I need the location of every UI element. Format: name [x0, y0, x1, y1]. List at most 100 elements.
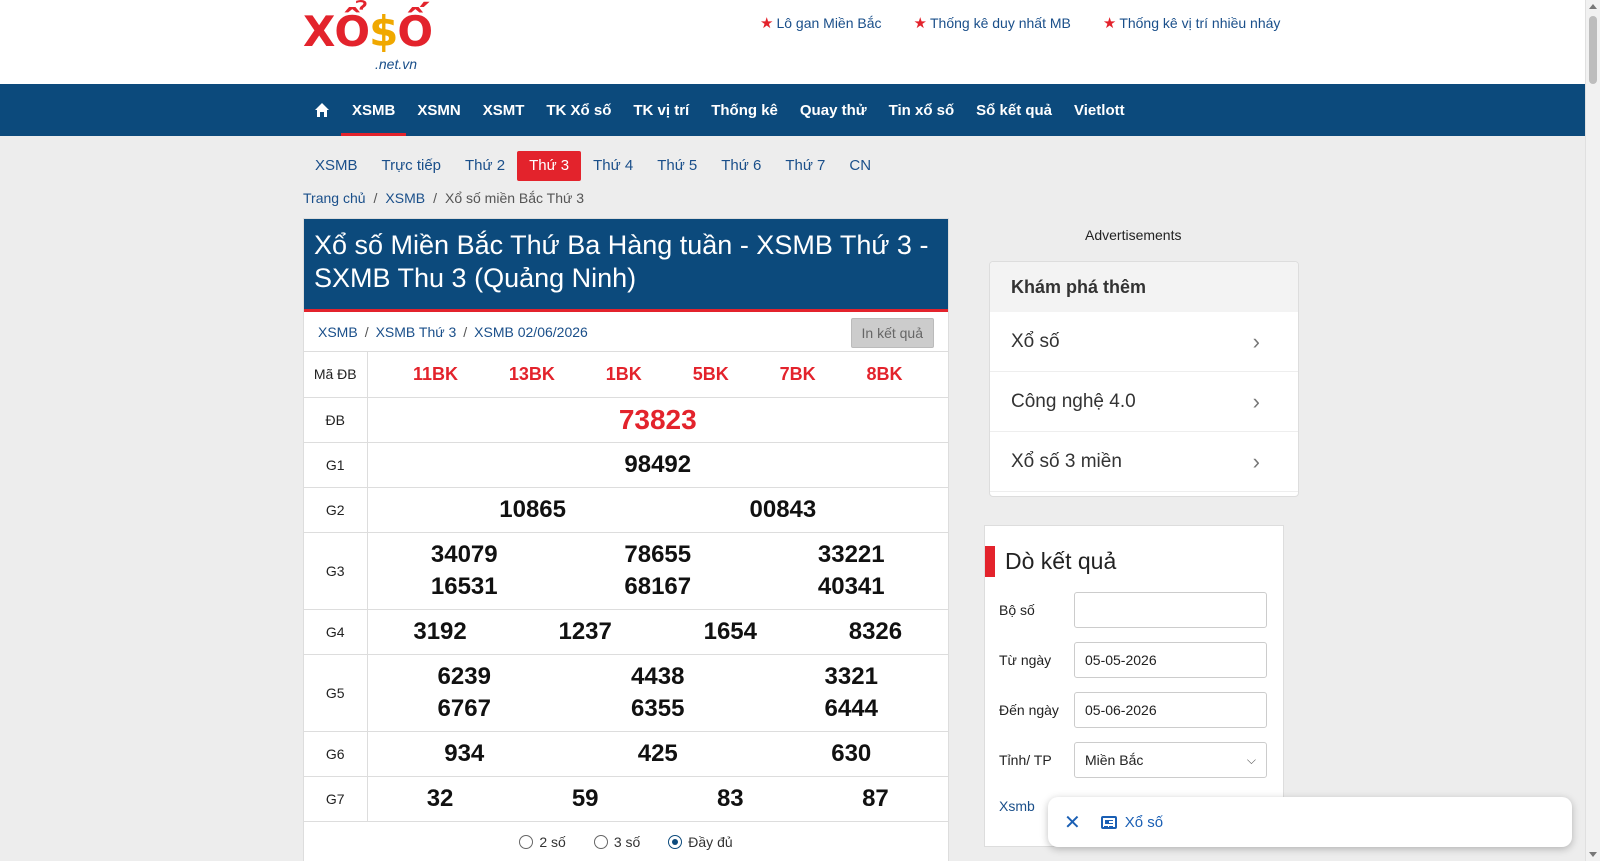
- float-item-label: Xổ số: [1124, 813, 1164, 831]
- chevron-right-icon: ›: [1252, 388, 1260, 414]
- prize-number: 3192: [413, 617, 467, 645]
- prize-number: 34079: [430, 540, 498, 568]
- xsmb-link[interactable]: Xsmb: [999, 798, 1035, 814]
- sublink-xsmb[interactable]: XSMB: [318, 324, 358, 340]
- prize-number: 00843: [749, 495, 817, 523]
- explore-label: Công nghệ 4.0: [1011, 390, 1136, 412]
- radio-icon: [593, 834, 608, 849]
- tab-truc-tiep[interactable]: Trực tiếp: [370, 151, 454, 181]
- row-label: G3: [304, 532, 368, 610]
- tab-cn[interactable]: CN: [837, 151, 883, 181]
- row-g2: G2 10865 00843: [304, 487, 948, 533]
- nav-tk-vi-tri[interactable]: TK vị trí: [622, 84, 700, 136]
- tab-thu-5[interactable]: Thứ 5: [645, 151, 709, 181]
- prize-number: 40341: [817, 572, 885, 600]
- prize-number: 98492: [624, 450, 692, 478]
- den-ngay-input[interactable]: 05-06-2026: [1074, 692, 1267, 728]
- prize-number: 934: [444, 739, 485, 767]
- page-title: Xổ số Miền Bắc Thứ Ba Hàng tuần - XSMB T…: [304, 219, 948, 312]
- row-g7: G7 32 59 83 87: [304, 776, 948, 822]
- row-label: Mã ĐB: [304, 352, 368, 398]
- logo-text-a: XỔ: [303, 7, 370, 56]
- field-den-ngay: Đến ngày 05-06-2026: [999, 692, 1267, 728]
- scroll-thumb[interactable]: [1589, 16, 1597, 84]
- prize-number: 83: [716, 784, 744, 812]
- sublink-sep: /: [463, 323, 468, 340]
- row-g5: G5 6239 4438 3321 6767 6355 6444: [304, 654, 948, 732]
- nav-thong-ke[interactable]: Thống kê: [700, 84, 789, 136]
- nav-xsmt[interactable]: XSMT: [472, 84, 536, 136]
- tab-thu-7[interactable]: Thứ 7: [773, 151, 837, 181]
- sublink-xsmb-date[interactable]: XSMB 02/06/2026: [474, 324, 588, 340]
- nav-vietlott[interactable]: Vietlott: [1063, 84, 1136, 136]
- toplink-lo-gan[interactable]: ★ Lô gan Miền Bắc: [760, 14, 882, 32]
- toplink-label: Thống kê duy nhất MB: [929, 15, 1071, 31]
- nav-so-ket-qua[interactable]: Sổ kết quả: [965, 84, 1063, 136]
- prize-number: 8326: [848, 617, 903, 645]
- prize-number: 6355: [631, 694, 685, 722]
- page-scrollbar[interactable]: [1585, 0, 1600, 861]
- scroll-down-icon[interactable]: [1589, 852, 1597, 857]
- chevron-right-icon: ›: [1252, 328, 1260, 354]
- breadcrumb-sep: /: [373, 190, 378, 206]
- nav-quay-thu[interactable]: Quay thử: [789, 84, 878, 136]
- row-label: G6: [304, 731, 368, 777]
- explore-item-xo-so[interactable]: Xổ số ›: [990, 312, 1298, 372]
- bo-so-input[interactable]: [1074, 592, 1267, 628]
- prize-number: 1654: [703, 617, 757, 645]
- g3-cell: 34079 78655 33221 16531 68167 40341: [367, 532, 948, 610]
- radio-2-so[interactable]: 2 số: [519, 834, 566, 850]
- explore-item-xo-so-3-mien[interactable]: Xổ số 3 miền ›: [990, 432, 1298, 492]
- tab-thu-2[interactable]: Thứ 2: [453, 151, 517, 181]
- nav-home[interactable]: [303, 84, 341, 136]
- explore-box: Khám phá thêm Xổ số › Công nghệ 4.0 › Xổ s…: [989, 261, 1299, 497]
- row-label: ĐB: [304, 397, 368, 443]
- radio-label: 3 số: [613, 833, 641, 850]
- ma-code: 5BK: [692, 363, 729, 384]
- nav-tin-xo-so[interactable]: Tin xổ số: [878, 84, 966, 136]
- field-tinh: Tỉnh/ TP Miền Bắc ⌵: [999, 742, 1267, 778]
- sublink-xsmb-thu3[interactable]: XSMB Thứ 3: [376, 324, 457, 340]
- row-g1: G1 98492: [304, 442, 948, 488]
- nav-xsmn[interactable]: XSMN: [406, 84, 471, 136]
- breadcrumb-home[interactable]: Trang chủ: [303, 190, 366, 206]
- scroll-up-icon[interactable]: [1589, 4, 1597, 9]
- toplink-label: Lô gan Miền Bắc: [776, 15, 882, 31]
- tinh-select[interactable]: Miền Bắc ⌵: [1074, 742, 1267, 778]
- toplink-thong-ke-vi-tri[interactable]: ★ Thống kê vị trí nhiều nháy: [1103, 14, 1281, 32]
- radio-3-so[interactable]: 3 số: [593, 833, 641, 850]
- tab-thu-6[interactable]: Thứ 6: [709, 151, 773, 181]
- close-icon[interactable]: ✕: [1064, 810, 1081, 835]
- breadcrumb-xsmb[interactable]: XSMB: [385, 190, 425, 206]
- explore-label: Xổ số 3 miền: [1011, 450, 1122, 472]
- star-icon: ★: [760, 15, 774, 32]
- prize-number: 630: [831, 739, 872, 767]
- tab-thu-4[interactable]: Thứ 4: [581, 151, 645, 181]
- radio-checked-icon: [668, 834, 683, 849]
- radio-day-du[interactable]: Đầy đủ: [668, 833, 733, 850]
- row-db: ĐB 73823: [304, 397, 948, 443]
- prize-number: 87: [862, 784, 889, 812]
- tab-xsmb[interactable]: XSMB: [303, 151, 370, 181]
- radio-icon: [519, 834, 534, 849]
- toplink-thong-ke-duy-nhat[interactable]: ★ Thống kê duy nhất MB: [914, 14, 1071, 32]
- news-icon: [1100, 815, 1117, 829]
- tab-thu-3[interactable]: Thứ 3: [517, 151, 582, 181]
- results-panel: Xổ số Miền Bắc Thứ Ba Hàng tuần - XSMB T…: [303, 218, 949, 861]
- g1-cell: 98492: [367, 442, 948, 488]
- sublink-sep: /: [364, 323, 369, 340]
- float-item-xo-so[interactable]: Xổ số: [1100, 813, 1164, 831]
- site-logo[interactable]: XỔ$Ố .net.vn: [303, 10, 443, 76]
- breadcrumb-sep: /: [433, 190, 437, 206]
- radio-label: Đầy đủ: [688, 833, 733, 850]
- ma-code: 1BK: [605, 363, 642, 384]
- print-results-button[interactable]: In kết quả: [850, 318, 934, 348]
- field-bo-so: Bộ số: [999, 592, 1267, 628]
- row-g3: G3 34079 78655 33221 16531 68167 40341: [304, 532, 948, 610]
- nav-xsmb[interactable]: XSMB: [341, 84, 407, 136]
- row-label: G2: [304, 487, 368, 533]
- explore-item-cong-nghe[interactable]: Công nghệ 4.0 ›: [990, 372, 1298, 432]
- chevron-right-icon: ›: [1252, 448, 1260, 474]
- nav-tk-xo-so[interactable]: TK Xổ số: [535, 84, 622, 136]
- tu-ngay-input[interactable]: 05-05-2026: [1074, 642, 1267, 678]
